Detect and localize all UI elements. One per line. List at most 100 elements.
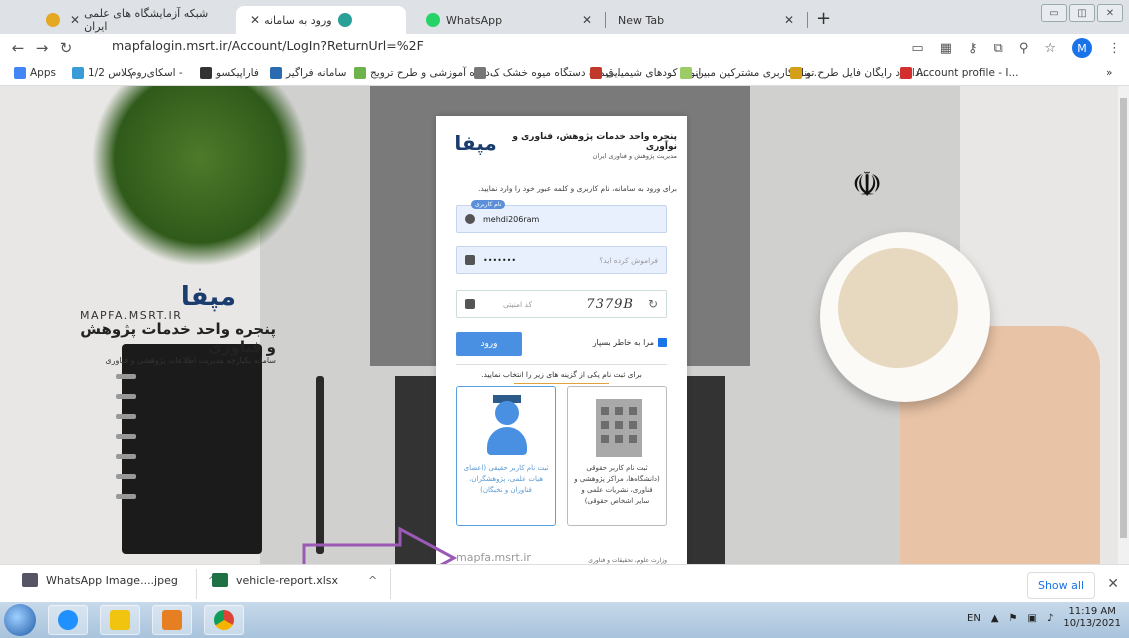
refresh-captcha-icon[interactable]: ↻: [648, 297, 658, 311]
bookmark-item[interactable]: اسکای‌روم -: [130, 67, 183, 79]
star-icon[interactable]: ☆: [1044, 41, 1056, 56]
new-tab-button[interactable]: +: [816, 8, 831, 29]
address-bar[interactable]: mapfalogin.msrt.ir/Account/LogIn?ReturnU…: [96, 38, 424, 90]
clock[interactable]: 11:19 AM 10/13/2021: [1063, 606, 1121, 630]
apps-bookmark[interactable]: Apps: [14, 67, 56, 79]
coffee-image: [838, 248, 958, 368]
close-downloads-icon[interactable]: ✕: [1107, 576, 1119, 592]
bookmark-label: سامانه فراگیر: [286, 67, 347, 79]
bookmark-item[interactable]: کلاس 1/2: [72, 67, 132, 79]
apps-grid-icon: [14, 67, 26, 79]
chrome-icon: [214, 610, 234, 630]
key-icon: [465, 255, 475, 265]
card-title-block: پنجره واحد خدمات پژوهش، فناوری و نوآوری …: [503, 132, 677, 160]
cast-icon[interactable]: ▭: [911, 41, 923, 56]
download-name: WhatsApp Image....jpeg: [46, 573, 178, 587]
tab-newtab[interactable]: New Tab ✕: [608, 6, 808, 34]
tab-ilabs[interactable]: ✕ شبکه آزمایشگاه های علمی ایران: [30, 6, 230, 34]
forward-icon[interactable]: →: [30, 39, 54, 57]
translate-icon[interactable]: ⧉: [994, 41, 1003, 56]
card-footer: mapfa.msrt.ir وزارت علوم، تحقیقات و فناو…: [456, 546, 667, 564]
remember-me[interactable]: مرا به خاطر بسپار: [593, 338, 667, 347]
login-button[interactable]: ورود: [456, 332, 522, 356]
chevron-up-icon[interactable]: ^: [368, 574, 377, 587]
tray-expand-icon[interactable]: ▲: [991, 613, 999, 624]
close-window-icon[interactable]: ✕: [1097, 4, 1123, 22]
brand-block: مپفا MAPFA.MSRT.IR پنجره واحد خدمات پژوه…: [66, 282, 276, 365]
profile-avatar[interactable]: M: [1072, 38, 1092, 58]
close-tab-icon[interactable]: ✕: [70, 13, 80, 27]
reload-icon[interactable]: ↻: [54, 39, 78, 57]
maple-leaf-icon: [900, 67, 912, 79]
internet-explorer-icon: [58, 610, 78, 630]
emblem-icon: ☫: [851, 165, 883, 205]
forgot-password-link[interactable]: فراموش کرده اید؟: [599, 256, 658, 265]
captcha-field[interactable]: کد امنیتی 7379B ↻: [456, 290, 667, 318]
download-name: vehicle-report.xlsx: [236, 573, 339, 587]
register-researcher-option[interactable]: ثبت نام کاربر حقیقی (اعضای هیات علمی، پژ…: [456, 386, 556, 526]
taskbar-explorer[interactable]: [100, 605, 140, 635]
start-button[interactable]: [4, 604, 36, 636]
vertical-scrollbar[interactable]: [1118, 86, 1129, 564]
bookmark-label: فاراپیکسو: [216, 67, 259, 79]
minimize-icon[interactable]: ▭: [1041, 4, 1067, 22]
captcha-placeholder: کد امنیتی: [503, 299, 533, 309]
back-icon[interactable]: ←: [6, 39, 30, 57]
card-header: پنجره واحد خدمات پژوهش، فناوری و نوآوری …: [446, 126, 677, 166]
bookmark-item[interactable]: سامانه فراگیر: [270, 67, 346, 79]
language-indicator[interactable]: EN: [967, 613, 981, 624]
close-tab-icon[interactable]: ✕: [582, 13, 592, 27]
tab-label: شبکه آزمایشگاه های علمی ایران: [84, 7, 209, 33]
clock-date: 10/13/2021: [1063, 618, 1121, 629]
show-all-button[interactable]: Show all: [1026, 572, 1095, 599]
media-player-icon: [162, 610, 182, 630]
remember-checkbox[interactable]: [658, 338, 667, 347]
close-tab-icon[interactable]: ✕: [784, 13, 794, 27]
password-field[interactable]: ••••••• فراموش کرده اید؟: [456, 246, 667, 274]
menu-icon[interactable]: ⋮: [1108, 41, 1121, 56]
bookmark-favicon-icon: [790, 67, 802, 79]
register-legal-label: ثبت نام کاربر حقوقی (دانشگاه‌ها، مراکز پ…: [574, 464, 660, 505]
mapfa-favicon-icon: [337, 13, 352, 27]
bookmark-favicon-icon: [72, 67, 84, 79]
tab-label: ورود به سامانه: [264, 13, 332, 27]
tab-login[interactable]: ✕ ورود به سامانه: [236, 6, 406, 34]
tab-whatsapp[interactable]: WhatsApp ✕: [410, 6, 606, 34]
bookmark-favicon-icon: [354, 67, 366, 79]
bookmark-favicon-icon: [270, 67, 282, 79]
password-value: •••••••: [483, 255, 517, 265]
card-subtitle: مدیریت پژوهش و فناوری ایران: [592, 152, 677, 160]
footer-ministry: وزارت علوم، تحقیقات و فناوری: [588, 557, 667, 564]
download-item[interactable]: WhatsApp Image....jpeg ^: [22, 573, 217, 587]
volume-icon[interactable]: ♪: [1047, 613, 1053, 624]
close-tab-icon[interactable]: ✕: [250, 13, 260, 27]
taskbar-chrome[interactable]: [204, 605, 244, 635]
flag-icon[interactable]: ⚑: [1009, 613, 1018, 624]
user-icon: [465, 214, 475, 224]
network-icon[interactable]: ▣: [1028, 613, 1037, 624]
bookmark-item[interactable]: فاراپیکسو: [200, 67, 259, 79]
zoom-icon[interactable]: ⚲: [1019, 41, 1029, 56]
bookmark-label: Account profile - I...: [916, 67, 1019, 79]
register-hint-text: برای ثبت نام یکی از گزینه های زیر را انت…: [481, 370, 642, 379]
taskbar-ie[interactable]: [48, 605, 88, 635]
bookmark-favicon-icon: [680, 67, 692, 79]
taskbar-media[interactable]: [152, 605, 192, 635]
username-field[interactable]: نام کاربری mehdi206ram: [456, 200, 667, 233]
taskbar: EN ▲ ⚑ ▣ ♪ 11:19 AM 10/13/2021: [0, 602, 1129, 638]
register-hint: برای ثبت نام یکی از گزینه های زیر را انت…: [456, 370, 667, 384]
username-value: mehdi206ram: [483, 214, 540, 224]
register-researcher-label: ثبت نام کاربر حقیقی (اعضای هیات علمی، پژ…: [463, 464, 549, 494]
extension-icon[interactable]: ▦: [940, 41, 952, 56]
restore-icon[interactable]: ◫: [1069, 4, 1095, 22]
register-legal-option[interactable]: ثبت نام کاربر حقوقی (دانشگاه‌ها، مراکز پ…: [567, 386, 667, 526]
folder-icon: [110, 610, 130, 630]
key-icon[interactable]: ⚷: [968, 41, 978, 56]
bookmark-item[interactable]: Account profile - I...: [900, 67, 1018, 79]
bookmarks-overflow[interactable]: »: [1106, 67, 1112, 79]
mapfa-logo: مپفا: [180, 282, 236, 312]
notebook-image: [116, 344, 262, 554]
download-item[interactable]: vehicle-report.xlsx ^: [212, 573, 377, 587]
clock-time: 11:19 AM: [1068, 606, 1116, 617]
pen-image: [316, 376, 324, 554]
